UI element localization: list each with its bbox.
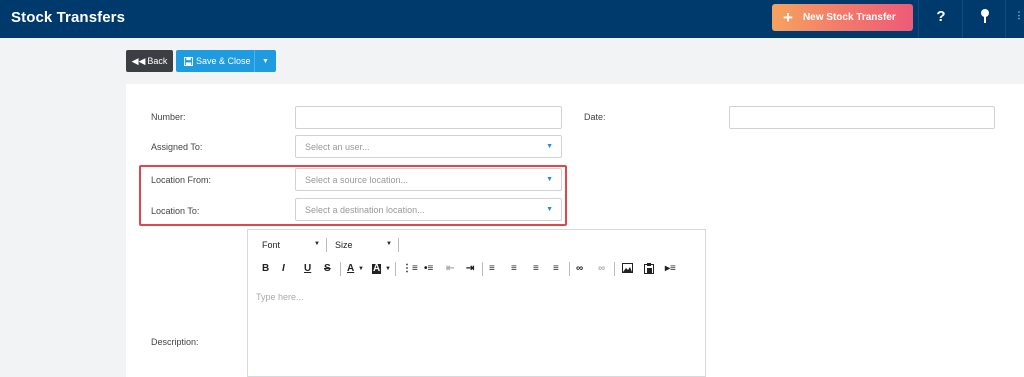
highlight-color-icon[interactable]: A <box>372 264 382 274</box>
overflow-icon[interactable]: ⋮ <box>1014 10 1024 21</box>
link-icon[interactable]: ∞ <box>576 264 583 274</box>
chevron-down-icon: ▼ <box>546 206 553 213</box>
font-color-icon[interactable]: A <box>347 264 354 274</box>
ordered-list-icon[interactable]: ⋮≡ <box>402 264 418 274</box>
floppy-icon <box>184 56 193 66</box>
divider <box>340 262 341 276</box>
divider <box>1005 0 1006 38</box>
divider <box>918 0 919 38</box>
location-from-select[interactable]: Select a source location... ▼ <box>295 168 562 191</box>
outdent-icon[interactable]: ⇤ <box>446 264 454 274</box>
divider <box>614 262 615 276</box>
unordered-list-icon[interactable]: •≡ <box>424 264 433 274</box>
insert-line-icon[interactable]: ▸≡ <box>665 264 676 274</box>
back-label: Back <box>147 56 168 66</box>
assigned-to-placeholder: Select an user... <box>305 142 370 152</box>
paste-icon[interactable] <box>644 263 654 277</box>
bold-icon[interactable]: B <box>262 264 269 274</box>
divider <box>569 262 570 276</box>
back-button[interactable]: ◀◀ Back <box>126 50 173 72</box>
unlink-icon[interactable]: ∞ <box>598 264 605 274</box>
chevron-down-icon: ▼ <box>314 241 320 247</box>
rewind-icon: ◀◀ <box>131 55 146 66</box>
number-input[interactable] <box>295 106 562 129</box>
description-label: Description: <box>151 337 199 347</box>
justify-icon[interactable]: ≡ <box>553 264 559 274</box>
divider <box>482 262 483 276</box>
chevron-down-icon: ▼ <box>546 143 553 150</box>
pin-icon[interactable] <box>975 8 995 28</box>
location-to-select[interactable]: Select a destination location... ▼ <box>295 198 562 221</box>
assigned-to-select[interactable]: Select an user... ▼ <box>295 135 562 158</box>
size-dropdown[interactable]: Size <box>335 240 353 250</box>
date-input[interactable] <box>729 106 995 129</box>
chevron-down-icon: ▼ <box>385 266 391 272</box>
chevron-down-icon: ▼ <box>386 241 392 247</box>
number-label: Number: <box>151 112 186 122</box>
save-close-label: Save & Close <box>196 56 251 66</box>
help-icon[interactable]: ? <box>931 8 951 25</box>
chevron-down-icon: ▼ <box>546 176 553 183</box>
divider <box>398 238 399 252</box>
location-from-placeholder: Select a source location... <box>305 175 409 185</box>
indent-icon[interactable]: ⇥ <box>466 264 474 274</box>
font-dropdown[interactable]: Font <box>262 240 280 250</box>
location-to-label: Location To: <box>151 206 200 216</box>
editor-placeholder: Type here... <box>256 292 304 302</box>
divider <box>326 238 327 252</box>
divider <box>395 262 396 276</box>
image-icon[interactable] <box>622 263 633 276</box>
location-from-label: Location From: <box>151 175 212 185</box>
assigned-to-label: Assigned To: <box>151 142 203 152</box>
date-label: Date: <box>584 112 606 122</box>
new-stock-transfer-label: New Stock Transfer <box>802 12 896 23</box>
underline-icon[interactable]: U <box>304 264 311 274</box>
plus-icon: + <box>783 8 793 27</box>
save-close-button[interactable]: Save & Close ▼ <box>176 50 276 72</box>
page-title: Stock Transfers <box>11 9 126 26</box>
new-stock-transfer-button[interactable]: + New Stock Transfer <box>772 4 913 31</box>
align-center-icon[interactable]: ≡ <box>511 264 517 274</box>
divider <box>962 0 963 38</box>
description-editor[interactable]: Font ▼ Size ▼ B I U S A ▼ A ▼ ⋮≡ •≡ ⇤ ⇥ … <box>247 229 706 377</box>
top-bar: Stock Transfers + New Stock Transfer ? ⋮ <box>0 0 1024 38</box>
save-options-dropdown[interactable]: ▼ <box>255 58 276 65</box>
location-to-placeholder: Select a destination location... <box>305 205 425 215</box>
align-right-icon[interactable]: ≡ <box>533 264 539 274</box>
strikethrough-icon[interactable]: S <box>324 264 331 274</box>
italic-icon[interactable]: I <box>282 264 285 274</box>
chevron-down-icon: ▼ <box>358 266 364 272</box>
align-left-icon[interactable]: ≡ <box>489 264 495 274</box>
